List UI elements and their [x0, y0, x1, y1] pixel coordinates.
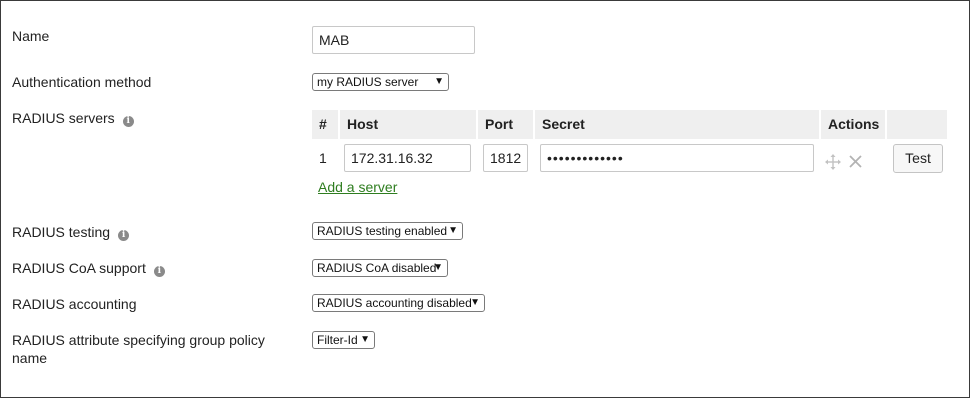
- radius-testing-label-row: RADIUS testing i: [12, 223, 130, 241]
- group-policy-value: Filter-Id: [317, 333, 358, 347]
- table-header-secret: Secret: [535, 110, 819, 139]
- group-policy-label: RADIUS attribute specifying group policy…: [12, 331, 265, 367]
- group-policy-label-line2: name: [12, 350, 48, 366]
- radius-coa-label: RADIUS CoA support: [12, 260, 146, 276]
- table-header-port: Port: [478, 110, 533, 139]
- radius-accounting-select[interactable]: RADIUS accounting disabled ▼: [312, 294, 485, 312]
- test-button[interactable]: Test: [893, 144, 943, 173]
- radius-accounting-label: RADIUS accounting: [12, 296, 137, 312]
- radius-coa-select[interactable]: RADIUS CoA disabled ▼: [312, 259, 448, 277]
- radius-servers-label: RADIUS servers: [12, 110, 115, 126]
- table-header-num: #: [312, 110, 338, 139]
- table-header-actions: Actions: [821, 110, 885, 139]
- auth-method-value: my RADIUS server: [317, 75, 419, 89]
- radius-testing-value: RADIUS testing enabled: [317, 224, 448, 238]
- secret-input[interactable]: •••••••••••••: [540, 144, 814, 172]
- info-icon[interactable]: i: [153, 266, 165, 277]
- radius-coa-value: RADIUS CoA disabled: [317, 261, 437, 275]
- table-header-blank: [887, 110, 947, 139]
- auth-method-select[interactable]: my RADIUS server ▼: [312, 73, 449, 91]
- settings-frame: Name MAB Authentication method my RADIUS…: [0, 0, 970, 398]
- port-input[interactable]: 1812: [483, 144, 528, 172]
- info-icon[interactable]: i: [118, 230, 130, 241]
- row-number: 1: [319, 150, 327, 166]
- host-input[interactable]: 172.31.16.32: [344, 144, 471, 172]
- name-label: Name: [12, 28, 50, 44]
- group-policy-label-line1: RADIUS attribute specifying group policy: [12, 332, 265, 348]
- table-header-host: Host: [340, 110, 476, 139]
- radius-testing-label: RADIUS testing: [12, 224, 111, 240]
- radius-accounting-value: RADIUS accounting disabled: [317, 296, 472, 310]
- group-policy-select[interactable]: Filter-Id ▼: [312, 331, 375, 349]
- info-icon[interactable]: i: [122, 116, 134, 127]
- chevron-down-icon: ▼: [360, 334, 370, 345]
- chevron-down-icon: ▼: [470, 297, 480, 308]
- radius-servers-label-row: RADIUS servers i: [12, 109, 134, 127]
- move-icon[interactable]: [825, 154, 841, 170]
- chevron-down-icon: ▼: [433, 262, 443, 273]
- radius-testing-select[interactable]: RADIUS testing enabled ▼: [312, 222, 463, 240]
- chevron-down-icon: ▼: [434, 76, 444, 87]
- radius-coa-label-row: RADIUS CoA support i: [12, 259, 165, 277]
- chevron-down-icon: ▼: [448, 225, 458, 236]
- add-server-link[interactable]: Add a server: [318, 179, 397, 195]
- auth-method-label: Authentication method: [12, 74, 152, 90]
- close-icon[interactable]: [848, 154, 863, 169]
- name-input[interactable]: MAB: [312, 26, 475, 54]
